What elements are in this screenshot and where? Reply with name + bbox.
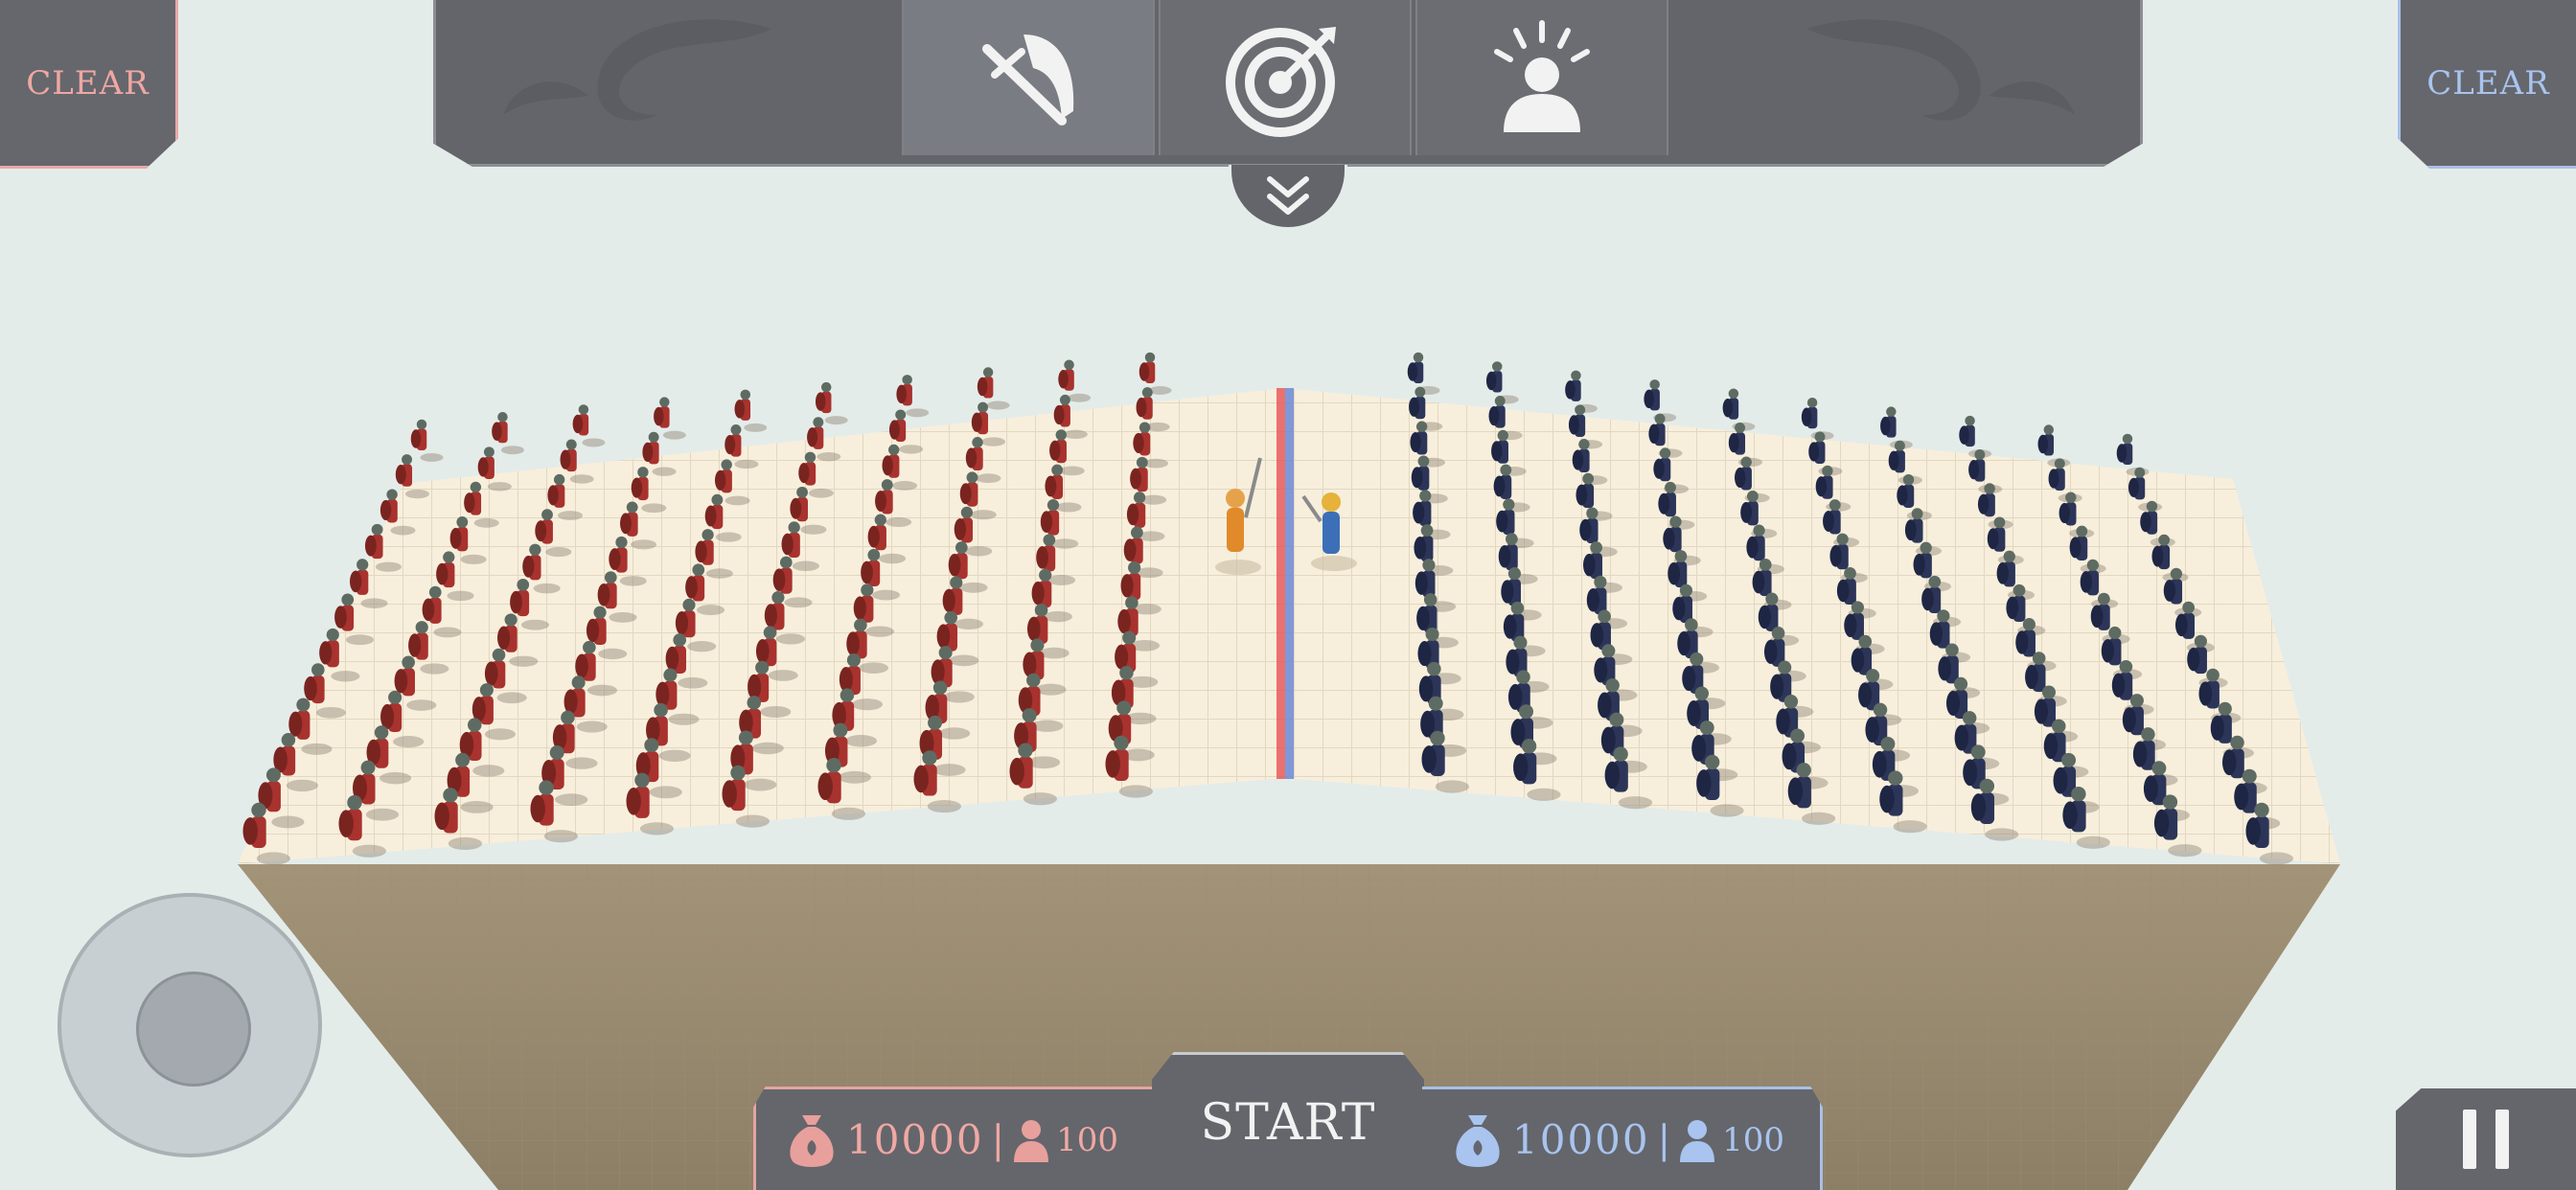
tab-special-units[interactable] <box>1415 0 1668 155</box>
clear-blue-button[interactable]: CLEAR <box>2398 0 2576 169</box>
blue-unit-count: 100 <box>1722 1120 1784 1159</box>
glowing-person-icon <box>1494 20 1590 132</box>
joystick-knob[interactable] <box>136 972 251 1087</box>
sword-helmet-icon <box>982 34 1074 126</box>
clear-red-button[interactable]: CLEAR <box>0 0 178 169</box>
target-arrow-icon <box>1226 27 1336 137</box>
red-gold-amount: 10000 <box>846 1116 984 1163</box>
red-team-budget-panel: 10000 | 100 <box>753 1087 1156 1190</box>
flame-ornament-icon <box>1806 19 2075 121</box>
separator: | <box>1657 1117 1671 1162</box>
center-divider-red <box>1276 388 1285 779</box>
unit-category-bar <box>433 0 2143 167</box>
pause-icon <box>2463 1110 2476 1169</box>
money-bag-icon <box>1456 1114 1500 1167</box>
pause-icon <box>2496 1110 2509 1169</box>
unit-count-icon <box>1014 1119 1049 1162</box>
start-battle-button[interactable]: START <box>1152 1052 1424 1190</box>
center-divider-blue <box>1285 388 1294 779</box>
separator: | <box>991 1117 1005 1162</box>
flame-ornament-icon <box>503 19 771 121</box>
blue-team-budget-panel: 10000 | 100 <box>1422 1087 1823 1190</box>
virtual-joystick[interactable] <box>58 893 322 1157</box>
pause-button[interactable] <box>2396 1088 2576 1190</box>
blue-gold-amount: 10000 <box>1512 1116 1650 1163</box>
unit-count-icon <box>1680 1119 1715 1162</box>
double-chevron-down-icon <box>1267 175 1309 215</box>
red-unit-count: 100 <box>1056 1120 1118 1159</box>
tab-ranged-units[interactable] <box>1159 0 1412 155</box>
tab-melee-units[interactable] <box>902 0 1155 155</box>
money-bag-icon <box>790 1114 834 1167</box>
